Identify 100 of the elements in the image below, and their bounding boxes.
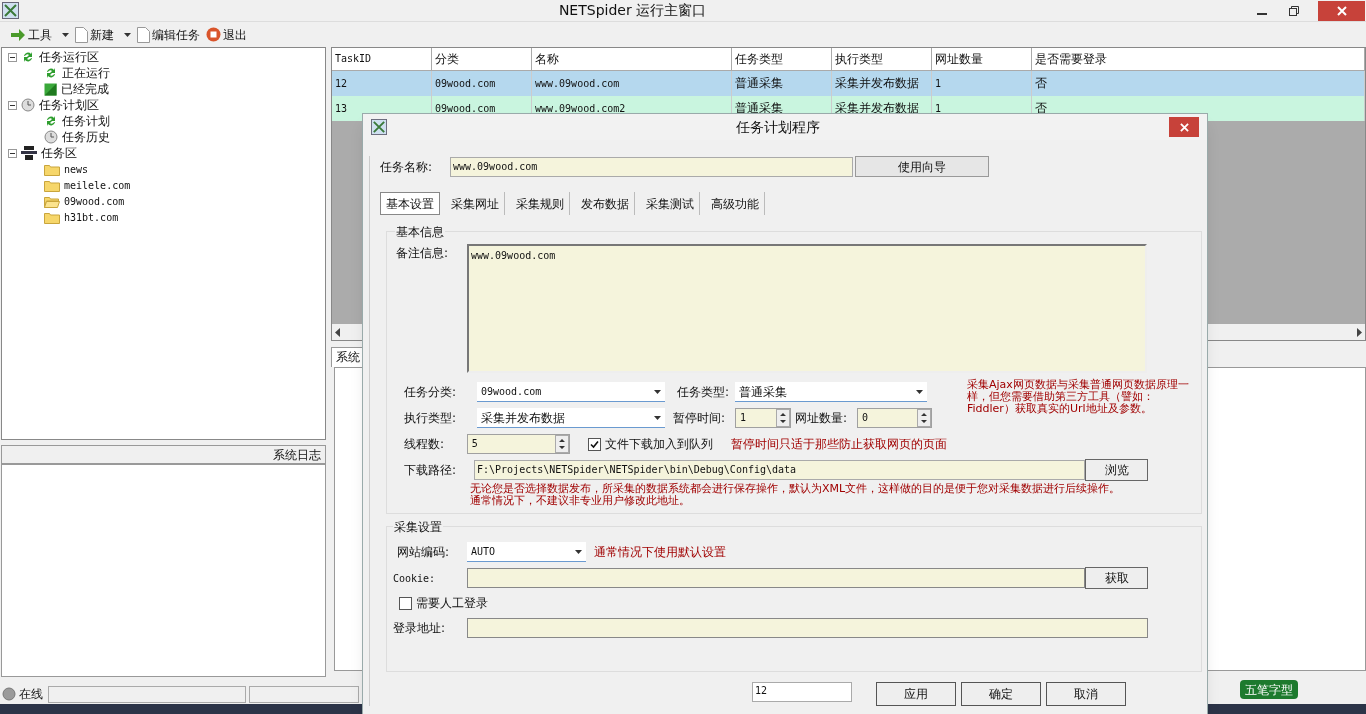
tab[interactable]: 发布数据 <box>576 192 635 215</box>
tree-item[interactable]: 09wood.com <box>64 193 125 209</box>
caret-icon <box>654 415 661 420</box>
caret-icon <box>124 32 131 37</box>
tree-item[interactable]: 已经完成 <box>61 80 109 98</box>
fetch-button[interactable]: 获取 <box>1085 567 1148 589</box>
spin-arrows-icon <box>555 435 569 453</box>
tree-item[interactable]: 任务运行区 <box>39 48 99 66</box>
restore-icon[interactable] <box>1289 5 1299 16</box>
close-button[interactable] <box>1169 117 1199 137</box>
hint-text: 无论您是否选择数据发布，所采集的数据系统都会进行保存操作，默认为XML文件，这样做的目的是便于您对采集数据进行后续操作。通常情况下，不建议非专业用户修改此地址。 <box>470 483 1122 507</box>
ime-badge[interactable]: 五笔字型 <box>1240 680 1298 699</box>
toolbar-button[interactable]: 新建 <box>75 25 133 44</box>
refresh-icon <box>44 66 58 80</box>
hint-text: 暂停时间只适于那些防止获取网页的页面 <box>731 436 947 453</box>
spinner-value: 0 <box>861 411 870 425</box>
tree-item[interactable]: meilele.com <box>64 177 131 193</box>
app-icon <box>371 119 387 135</box>
tab[interactable]: 采集测试 <box>641 192 700 215</box>
field-label: 任务名称: <box>380 158 434 176</box>
number-spinner[interactable]: 0 <box>857 408 932 428</box>
path-field[interactable]: F:\Projects\NETSpider\NETSpider\bin\Debug\Config\data <box>474 460 1085 480</box>
wizard-button[interactable]: 使用向导 <box>855 156 989 177</box>
dropdown[interactable]: 普通采集 <box>735 382 927 402</box>
tab[interactable]: 采集网址 <box>446 192 505 215</box>
toolbar-button[interactable]: 退出 <box>206 25 249 44</box>
clock-icon <box>21 98 35 112</box>
collapse-icon[interactable] <box>8 100 17 110</box>
open-folder-icon <box>44 194 60 208</box>
dialog-button[interactable]: 确定 <box>961 682 1041 706</box>
stop-icon <box>206 27 221 42</box>
notes-field[interactable]: www.09wood.com <box>467 244 1147 373</box>
tree-item[interactable]: 任务计划 <box>62 112 110 130</box>
tab[interactable]: 采集规则 <box>511 192 570 215</box>
field-label: 下载路径: <box>403 462 458 479</box>
field-label: 任务分类: <box>403 384 458 401</box>
scroll-left-icon[interactable] <box>335 327 341 337</box>
check-icon <box>590 439 599 449</box>
field-label: 执行类型: <box>403 410 458 427</box>
field-label: 任务类型: <box>676 384 731 401</box>
scroll-right-icon[interactable] <box>1356 327 1362 337</box>
spinner-value: 5 <box>470 437 479 451</box>
close-icon <box>1336 5 1347 16</box>
caret-icon <box>916 389 923 394</box>
window-title: NETSpider 运行主窗口 <box>557 1 708 20</box>
folder-icon <box>44 178 60 192</box>
refresh-icon <box>44 114 58 128</box>
toolbar-button[interactable]: 编辑任务 <box>137 25 202 44</box>
login-url-field[interactable] <box>467 618 1148 638</box>
spin-arrows-icon <box>917 409 931 427</box>
table-row[interactable]: 12 09wood.com www.09wood.com 普通采集 采集并发布数据 1 否 <box>332 71 1365 96</box>
field-label: 网址数量: <box>794 410 849 427</box>
tree-item[interactable]: 任务区 <box>41 144 77 162</box>
collapse-icon[interactable] <box>8 148 17 158</box>
dialog-button[interactable]: 取消 <box>1046 682 1126 706</box>
status-dot-icon <box>2 687 16 701</box>
tree-item[interactable]: 任务计划区 <box>39 96 99 114</box>
tree-item[interactable]: h31bt.com <box>64 209 119 225</box>
browse-button[interactable]: 浏览 <box>1085 459 1148 481</box>
tree-item[interactable]: news <box>64 161 89 177</box>
tree-item[interactable]: 任务历史 <box>62 128 110 146</box>
tree-item[interactable]: 正在运行 <box>62 64 110 82</box>
cookie-field[interactable] <box>467 568 1085 588</box>
field-label: 暂停时间: <box>672 410 727 427</box>
close-button[interactable] <box>1318 0 1365 21</box>
dropdown[interactable]: 采集并发布数据 <box>477 408 665 428</box>
hint-text: 采集Ajax网页数据与采集普通网页数据原理一样，但您需要借助第三方工具（譬如：Fiddler）获取真实的Url地址及参数。 <box>967 379 1189 417</box>
caret-icon <box>654 389 661 394</box>
dialog-button[interactable]: 应用 <box>876 682 956 706</box>
folder-icon <box>44 210 60 224</box>
toolbar-button[interactable]: 工具 <box>10 25 71 44</box>
field-label: 网站编码: <box>396 544 451 561</box>
checkbox[interactable]: 文件下载加入到队列 <box>588 435 713 453</box>
arrow-right-icon <box>10 27 26 42</box>
hint-text: 通常情况下使用默认设置 <box>594 544 726 561</box>
dropdown[interactable]: 09wood.com <box>477 382 665 402</box>
tab[interactable]: 系统 <box>331 347 365 367</box>
status-label: 在线 <box>19 686 43 703</box>
tab[interactable]: 基本设置 <box>380 192 440 215</box>
field-label: 备注信息: <box>395 245 450 262</box>
collapse-icon[interactable] <box>8 52 17 62</box>
number-spinner[interactable]: 1 <box>735 408 791 428</box>
spin-arrows-icon <box>776 409 790 427</box>
checkbox[interactable]: 需要人工登录 <box>399 594 488 612</box>
square-icon <box>44 82 57 96</box>
field-label: 登录地址: <box>392 620 447 637</box>
app-icon <box>2 2 19 19</box>
number-field[interactable]: 12 <box>752 682 852 702</box>
tab[interactable]: 高级功能 <box>706 192 765 215</box>
spinner-value: 1 <box>739 411 748 425</box>
refresh-icon <box>21 50 35 64</box>
caret-icon <box>62 32 69 37</box>
group-title: 采集设置 <box>393 518 443 536</box>
number-spinner[interactable]: 5 <box>466 434 570 454</box>
network-icon <box>21 146 37 160</box>
dropdown[interactable]: AUTO <box>467 542 586 562</box>
task-name-field[interactable]: www.09wood.com <box>450 156 853 177</box>
log-header: 系统日志 <box>1 445 326 464</box>
field-label: 线程数: <box>403 436 446 453</box>
folder-icon <box>44 162 60 176</box>
